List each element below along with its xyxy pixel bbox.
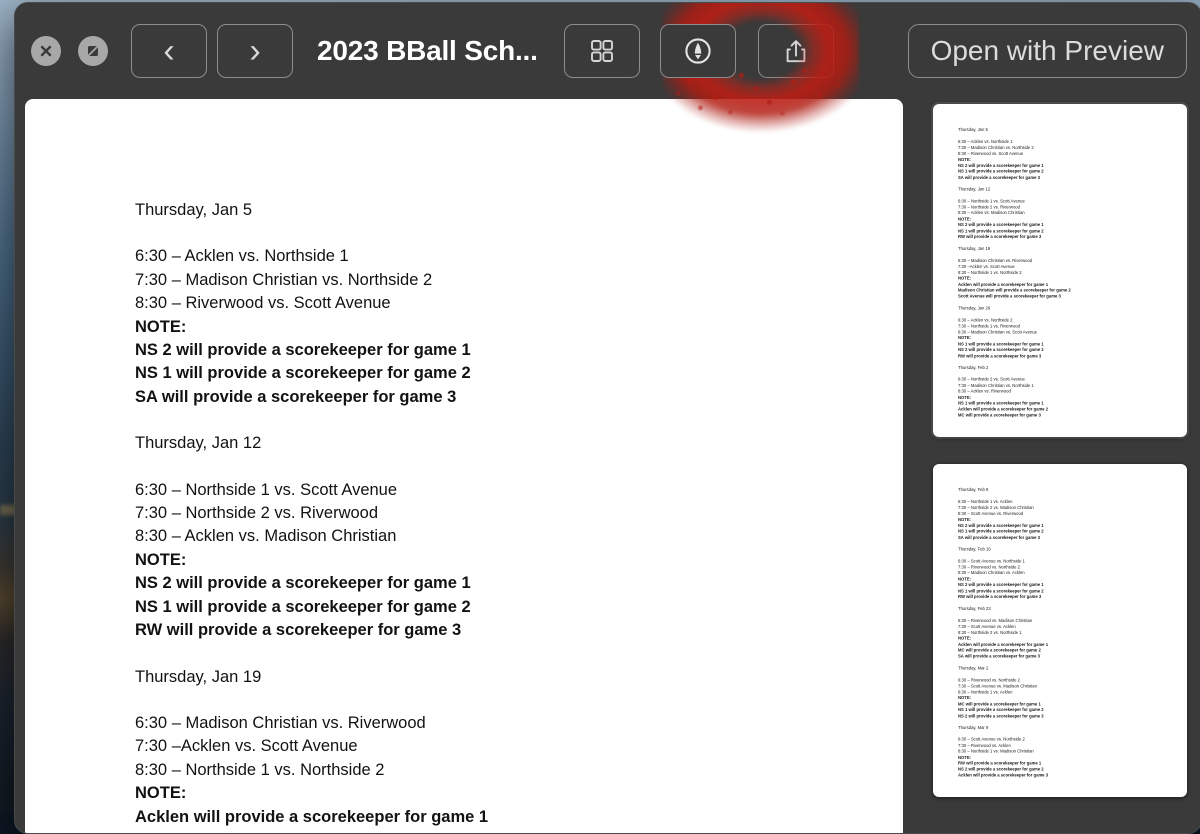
game-line: 6:30 – Northside 1 vs. Scott Avenue xyxy=(135,479,903,502)
game-line: 6:30 – Acklen vs. Northside 1 xyxy=(135,245,903,268)
fullscreen-button[interactable] xyxy=(78,36,108,66)
schedule-block: Thursday, Jan 196:30 – Madison Christian… xyxy=(958,246,1187,300)
scorekeeper-note: NS 1 will provide a scorekeeper for game… xyxy=(135,362,903,385)
schedule-day-heading: Thursday, Jan 5 xyxy=(958,127,1187,133)
scorekeeper-note: Acklen will provide a scorekeeper for ga… xyxy=(135,806,903,829)
game-line: 7:30 – Madison Christian vs. Northside 2 xyxy=(135,269,903,292)
schedule-block: Thursday, Jan 56:30 – Acklen vs. Northsi… xyxy=(958,127,1187,181)
share-icon xyxy=(781,36,811,66)
scorekeeper-note: RW will provide a scorekeeper for game 3 xyxy=(958,594,1187,600)
schedule-block: Thursday, Jan 19 6:30 – Madison Christian… xyxy=(135,666,903,834)
schedule-block: Thursday, Jan 12 6:30 – Northside 1 vs. S… xyxy=(135,432,903,642)
chevron-left-icon: ‹ xyxy=(163,34,174,68)
schedule-block: Thursday, Feb 236:30 – Riverwood vs. Mad… xyxy=(958,606,1187,660)
previous-page-button[interactable]: ‹ xyxy=(131,24,207,78)
scorekeeper-note: RW will provide a scorekeeper for game 3 xyxy=(135,619,903,642)
slashed-circle-icon xyxy=(84,42,102,60)
scorekeeper-note: NS 2 will provide a scorekeeper for game… xyxy=(958,713,1187,719)
page-thumbnail-1[interactable]: Thursday, Jan 56:30 – Acklen vs. Northsi… xyxy=(933,104,1187,437)
schedule-block: Thursday, Feb 96:30 – Northside 1 vs. Ac… xyxy=(958,487,1187,541)
scorekeeper-note: Acklen will provide a scorekeeper for ga… xyxy=(958,773,1187,779)
game-line: 6:30 – Madison Christian vs. Riverwood xyxy=(135,712,903,735)
scorekeeper-note: Madison Christian will provide a scoreke… xyxy=(135,829,903,833)
open-with-preview-label: Open with Preview xyxy=(931,35,1164,67)
schedule-day-heading: Thursday, Jan 12 xyxy=(958,186,1187,192)
page-thumbnail-2[interactable]: Thursday, Feb 96:30 – Northside 1 vs. Ac… xyxy=(933,464,1187,797)
schedule-block: Thursday, Mar 96:30 – Scott Avenue vs. N… xyxy=(958,725,1187,779)
schedule-day-heading: Thursday, Feb 9 xyxy=(958,487,1187,493)
close-icon xyxy=(39,44,53,58)
document-page-view[interactable]: Thursday, Jan 5 6:30 – Acklen vs. Northsi… xyxy=(25,99,903,833)
document-title: 2023 BBall Sch... xyxy=(317,35,538,67)
quick-look-window: ‹ › 2023 BBall Sch... xyxy=(14,2,1200,834)
scorekeeper-note: NS 2 will provide a scorekeeper for game… xyxy=(135,339,903,362)
markup-pen-icon xyxy=(681,34,715,68)
schedule-day-heading: Thursday, Feb 16 xyxy=(958,546,1187,552)
scorekeeper-note: SA will provide a scorekeeper for game 3 xyxy=(958,175,1187,181)
schedule-block: Thursday, Feb 166:30 – Scott Avenue vs. … xyxy=(958,546,1187,600)
close-button[interactable] xyxy=(31,36,61,66)
schedule-day-heading: Thursday, Jan 19 xyxy=(958,246,1187,252)
scorekeeper-note: RW will provide a scorekeeper for game 3 xyxy=(958,353,1187,359)
next-page-button[interactable]: › xyxy=(217,24,293,78)
grid-view-button[interactable] xyxy=(564,24,640,78)
schedule-day-heading: Thursday, Feb 2 xyxy=(958,365,1187,371)
page-1-content: Thursday, Jan 5 6:30 – Acklen vs. Northsi… xyxy=(25,99,903,833)
scorekeeper-note: NS 1 will provide a scorekeeper for game… xyxy=(135,596,903,619)
schedule-block: Thursday, Jan 266:30 – Acklen vs. Norths… xyxy=(958,305,1187,359)
schedule-day-heading: Thursday, Jan 26 xyxy=(958,305,1187,311)
scorekeeper-note: SA will provide a scorekeeper for game 3 xyxy=(958,535,1187,541)
quick-look-toolbar: ‹ › 2023 BBall Sch... xyxy=(15,3,1200,99)
scorekeeper-note: NS 2 will provide a scorekeeper for game… xyxy=(135,572,903,595)
schedule-block: Thursday, Jan 5 6:30 – Acklen vs. Northsi… xyxy=(135,199,903,409)
scorekeeper-note: RW will provide a scorekeeper for game 3 xyxy=(958,234,1187,240)
grid-view-icon xyxy=(587,36,617,66)
share-button[interactable] xyxy=(758,24,834,78)
quick-look-content: Thursday, Jan 5 6:30 – Acklen vs. Northsi… xyxy=(15,99,1200,833)
schedule-day-heading: Thursday, Jan 19 xyxy=(135,666,903,689)
schedule-block: Thursday, Mar 26:30 – Riverwood vs. Nort… xyxy=(958,665,1187,719)
open-with-preview-button[interactable]: Open with Preview xyxy=(908,24,1187,78)
game-line: 7:30 – Northside 2 vs. Riverwood xyxy=(135,502,903,525)
game-line: 8:30 – Acklen vs. Madison Christian xyxy=(135,525,903,548)
scorekeeper-note: Scott Avenue will provide a scorekeeper … xyxy=(958,294,1187,300)
scorekeeper-note: SA will provide a scorekeeper for game 3 xyxy=(135,386,903,409)
scorekeeper-note: MC will provide a scorekeeper for game 3 xyxy=(958,413,1187,419)
note-label: NOTE: xyxy=(135,782,903,805)
game-line: 8:30 – Riverwood vs. Scott Avenue xyxy=(135,292,903,315)
schedule-block: Thursday, Feb 26:30 – Northside 2 vs. Sc… xyxy=(958,365,1187,419)
game-line: 8:30 – Northside 1 vs. Northside 2 xyxy=(135,759,903,782)
note-label: NOTE: xyxy=(135,549,903,572)
schedule-day-heading: Thursday, Feb 23 xyxy=(958,606,1187,612)
schedule-day-heading: Thursday, Jan 12 xyxy=(135,432,903,455)
scorekeeper-note: SA will provide a scorekeeper for game 3 xyxy=(958,654,1187,660)
markup-button[interactable] xyxy=(660,24,736,78)
note-label: NOTE: xyxy=(135,316,903,339)
schedule-block: Thursday, Jan 126:30 – Northside 1 vs. S… xyxy=(958,186,1187,240)
schedule-day-heading: Thursday, Mar 2 xyxy=(958,665,1187,671)
chevron-right-icon: › xyxy=(249,34,260,68)
schedule-day-heading: Thursday, Jan 5 xyxy=(135,199,903,222)
game-line: 7:30 –Acklen vs. Scott Avenue xyxy=(135,735,903,758)
page-thumbnail-rail[interactable]: Thursday, Jan 56:30 – Acklen vs. Northsi… xyxy=(933,99,1187,833)
schedule-day-heading: Thursday, Mar 9 xyxy=(958,725,1187,731)
